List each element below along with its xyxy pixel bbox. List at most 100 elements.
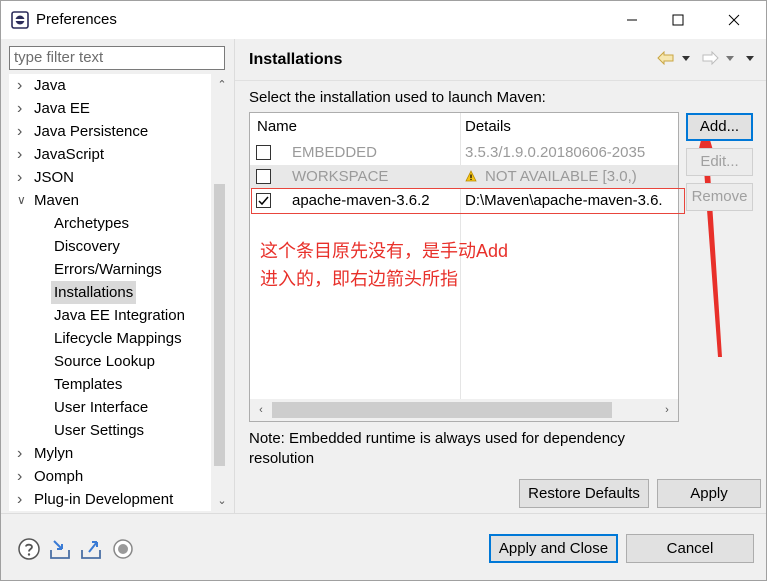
preferences-window: Preferences type filter text › Java › Java … <box>0 0 767 581</box>
tree-item-label: Java EE <box>34 100 90 117</box>
tree-item-installations[interactable]: Installations <box>9 281 209 304</box>
scroll-up-icon[interactable]: ⌃ <box>215 78 225 92</box>
tree-item-label: Archetypes <box>54 215 130 232</box>
header-separator <box>235 80 766 81</box>
remove-button[interactable]: Remove <box>686 183 753 211</box>
tree-item-label: Java <box>34 77 66 94</box>
apply-and-close-button[interactable]: Apply and Close <box>489 534 618 563</box>
forward-arrow-icon[interactable] <box>701 51 719 65</box>
eclipse-app-icon <box>11 11 29 29</box>
chevron-right-icon[interactable]: › <box>17 166 29 189</box>
tree-item-maven[interactable]: ∨ Maven <box>9 189 209 212</box>
footer-separator <box>1 513 766 514</box>
export-icon[interactable] <box>79 537 103 561</box>
minimize-button[interactable] <box>609 1 655 39</box>
close-icon <box>728 14 740 26</box>
tree-item-label: Java Persistence <box>34 123 149 140</box>
annotation-highlight-box <box>251 188 685 214</box>
row-name: EMBEDDED <box>292 144 378 161</box>
tree-item-archetypes[interactable]: Archetypes <box>9 212 209 235</box>
tree-item-java-ee-integration[interactable]: Java EE Integration <box>9 304 209 327</box>
view-menu-icon[interactable] <box>745 55 755 63</box>
tree-item-label: Templates <box>54 376 123 393</box>
tree-scroll-thumb[interactable] <box>214 184 225 466</box>
annotation-line-2: 进入的，即右边箭头所指 <box>260 269 458 289</box>
row-name: WORKSPACE <box>292 168 389 185</box>
tree-item-label: Errors/Warnings <box>54 261 162 278</box>
tree-item-oomph[interactable]: › Oomph <box>9 465 209 488</box>
add-button[interactable]: Add... <box>686 113 753 141</box>
row-details: NOT AVAILABLE [3.0,) <box>485 168 637 185</box>
panel-divider[interactable] <box>234 39 235 513</box>
row-checkbox[interactable] <box>256 169 271 184</box>
scroll-left-icon[interactable]: ‹ <box>254 403 268 417</box>
tree-item-discovery[interactable]: Discovery <box>9 235 209 258</box>
row-details: 3.5.3/1.9.0.20180606-2035 <box>465 144 646 161</box>
chevron-right-icon[interactable]: › <box>17 97 29 120</box>
tree-item-label: Mylyn <box>34 445 74 462</box>
chevron-right-icon[interactable]: › <box>17 120 29 143</box>
table-horizontal-scrollbar[interactable]: ‹ › <box>250 399 678 421</box>
tree-item-javascript[interactable]: › JavaScript <box>9 143 209 166</box>
tree-item-label: Oomph <box>34 468 84 485</box>
back-dropdown-icon[interactable] <box>681 55 691 63</box>
chevron-right-icon[interactable]: › <box>17 465 29 488</box>
scroll-down-icon[interactable]: ⌄ <box>215 494 225 508</box>
tree-item-label: Discovery <box>54 238 120 255</box>
tree-item-lifecycle-mappings[interactable]: Lifecycle Mappings <box>9 327 209 350</box>
tree-item-label: JSON <box>34 169 75 186</box>
forward-dropdown-icon[interactable] <box>725 55 735 63</box>
chevron-right-icon[interactable]: › <box>17 143 29 166</box>
chevron-right-icon[interactable]: › <box>17 488 29 511</box>
column-header-name[interactable]: Name <box>257 113 297 141</box>
apply-button[interactable]: Apply <box>657 479 761 508</box>
maximize-button[interactable] <box>655 1 701 39</box>
tree-item-label: JavaScript <box>34 146 105 163</box>
tree-item-label: Java EE Integration <box>54 307 185 324</box>
import-icon[interactable] <box>48 537 72 561</box>
maximize-icon <box>672 14 684 26</box>
chevron-right-icon[interactable]: › <box>17 442 29 465</box>
embedded-runtime-note: Note: Embedded runtime is always used fo… <box>249 430 626 467</box>
tree-item-templates[interactable]: Templates <box>9 373 209 396</box>
tree-item-source-lookup[interactable]: Source Lookup <box>9 350 209 373</box>
chevron-right-icon[interactable]: › <box>17 74 29 97</box>
tree-item-label: Lifecycle Mappings <box>54 330 182 347</box>
back-arrow-icon[interactable] <box>657 51 675 65</box>
tree-item-label: User Interface <box>54 399 149 416</box>
tree-item-user-interface[interactable]: User Interface <box>9 396 209 419</box>
restore-defaults-button[interactable]: Restore Defaults <box>519 479 649 508</box>
window-title: Preferences <box>36 11 117 28</box>
title-bar: Preferences <box>1 1 766 39</box>
warning-icon <box>465 170 477 182</box>
table-row-embedded[interactable]: EMBEDDED 3.5.3/1.9.0.20180606-2035 <box>250 141 678 165</box>
chevron-down-icon[interactable]: ∨ <box>17 189 29 212</box>
tree-item-label: Maven <box>34 192 80 209</box>
tree-vertical-scrollbar[interactable]: ⌃ ⌄ <box>211 74 225 511</box>
close-button[interactable] <box>711 1 757 39</box>
row-checkbox[interactable] <box>256 145 271 160</box>
table-row-workspace[interactable]: WORKSPACE NOT AVAILABLE [3.0,) <box>250 165 678 189</box>
page-description: Select the installation used to launch M… <box>249 89 546 106</box>
tree-item-mylyn[interactable]: › Mylyn <box>9 442 209 465</box>
row-details-cell: NOT AVAILABLE [3.0,) <box>465 165 637 189</box>
tree-item-user-settings[interactable]: User Settings <box>9 419 209 442</box>
scroll-right-icon[interactable]: › <box>660 403 674 417</box>
tree-item-json[interactable]: › JSON <box>9 166 209 189</box>
annotation-line-1: 这个条目原先没有，是手动Add <box>260 241 509 261</box>
cancel-button[interactable]: Cancel <box>626 534 754 563</box>
column-header-details[interactable]: Details <box>465 113 511 141</box>
tree-item-label: Installations <box>51 281 137 304</box>
help-icon[interactable] <box>17 537 41 561</box>
minimize-icon <box>627 19 637 21</box>
tree-item-java[interactable]: › Java <box>9 74 209 97</box>
record-icon[interactable] <box>111 537 135 561</box>
tree-item-errors-warnings[interactable]: Errors/Warnings <box>9 258 209 281</box>
tree-item-label: Source Lookup <box>54 353 155 370</box>
table-scroll-thumb[interactable] <box>272 402 612 418</box>
edit-button[interactable]: Edit... <box>686 148 753 176</box>
filter-input[interactable]: type filter text <box>9 46 225 70</box>
tree-item-java-persistence[interactable]: › Java Persistence <box>9 120 209 143</box>
tree-item-plug-in-development[interactable]: › Plug-in Development <box>9 488 209 511</box>
tree-item-java-ee[interactable]: › Java EE <box>9 97 209 120</box>
